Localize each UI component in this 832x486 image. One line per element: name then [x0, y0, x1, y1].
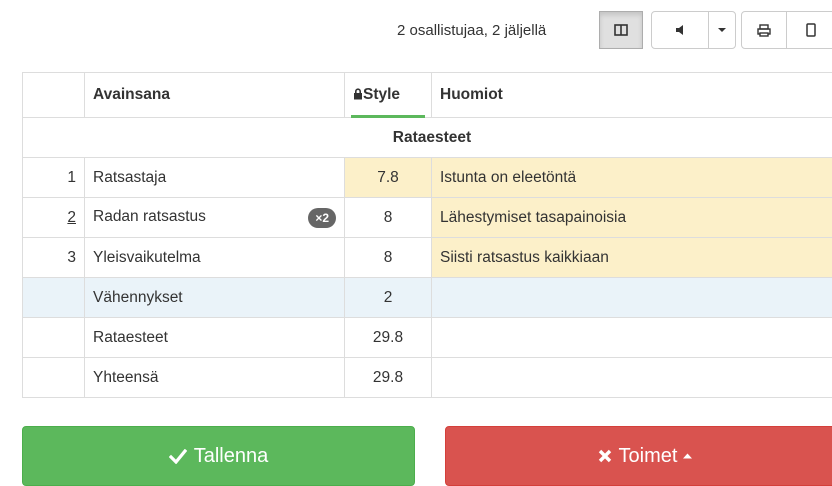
check-icon: [169, 449, 187, 464]
header-keyword: Avainsana: [85, 73, 345, 118]
row-number: [23, 318, 85, 358]
active-column-indicator: [351, 115, 425, 118]
section-row: Rataesteet: [23, 118, 832, 158]
participants-status: 2 osallistujaa, 2 jäljellä: [397, 22, 546, 39]
caret-up-icon: [683, 453, 692, 459]
table-header-row: Avainsana Style Huomiot: [23, 73, 832, 118]
row-keyword-cell: Radan ratsastus ×2: [85, 198, 345, 238]
subtotal-label: Rataesteet: [85, 318, 345, 358]
caret-down-icon: [718, 27, 726, 33]
total-note: [432, 358, 832, 398]
print-button[interactable]: [741, 11, 787, 49]
lock-icon: [353, 88, 363, 100]
row-number: 3: [23, 238, 85, 278]
save-button[interactable]: Tallenna: [22, 426, 415, 486]
actions-button[interactable]: Toimet: [445, 426, 832, 486]
score-cell[interactable]: 7.8: [345, 158, 432, 198]
deductions-score[interactable]: 2: [345, 278, 432, 318]
note-cell[interactable]: Istunta on eleetöntä: [432, 158, 832, 198]
subtotal-row: Rataesteet 29.8: [23, 318, 832, 358]
header-style[interactable]: Style: [345, 73, 432, 118]
row-number-link[interactable]: 2: [67, 209, 76, 226]
row-number: 1: [23, 158, 85, 198]
actions-button-label: Toimet: [619, 445, 678, 468]
header-notes: Huomiot: [432, 73, 832, 118]
table-row: 1 Ratsastaja 7.8 Istunta on eleetöntä: [23, 158, 832, 198]
row-keyword: Radan ratsastus: [93, 208, 206, 225]
deductions-note[interactable]: [432, 278, 832, 318]
multiplier-badge: ×2: [308, 208, 336, 228]
section-title: Rataesteet: [23, 118, 832, 158]
header-num: [23, 73, 85, 118]
close-icon: [598, 449, 612, 463]
table-row: 3 Yleisvaikutelma 8 Siisti ratsastus kai…: [23, 238, 832, 278]
subtotal-score: 29.8: [345, 318, 432, 358]
row-number: [23, 278, 85, 318]
mobile-view-button[interactable]: [786, 11, 832, 49]
sound-dropdown-button[interactable]: [708, 11, 736, 49]
note-cell[interactable]: Lähestymiset tasapainoisia: [432, 198, 832, 238]
deductions-label: Vähennykset: [85, 278, 345, 318]
note-cell[interactable]: Siisti ratsastus kaikkiaan: [432, 238, 832, 278]
mobile-icon: [806, 23, 816, 37]
row-keyword: Ratsastaja: [85, 158, 345, 198]
subtotal-note: [432, 318, 832, 358]
toolbar: 2 osallistujaa, 2 jäljellä: [0, 11, 832, 51]
total-score: 29.8: [345, 358, 432, 398]
print-icon: [757, 24, 771, 37]
score-table: Avainsana Style Huomiot Rataesteet 1 Rat…: [22, 72, 832, 398]
save-button-label: Tallenna: [194, 445, 269, 468]
volume-icon: [675, 24, 685, 36]
score-cell[interactable]: 8: [345, 238, 432, 278]
row-number: [23, 358, 85, 398]
table-row: 2 Radan ratsastus ×2 8 Lähestymiset tasap…: [23, 198, 832, 238]
columns-icon: [614, 24, 628, 36]
columns-toggle-button[interactable]: [599, 11, 643, 49]
total-row: Yhteensä 29.8: [23, 358, 832, 398]
header-style-label: Style: [363, 86, 400, 103]
row-number: 2: [23, 198, 85, 238]
score-cell[interactable]: 8: [345, 198, 432, 238]
row-keyword: Yleisvaikutelma: [85, 238, 345, 278]
total-label: Yhteensä: [85, 358, 345, 398]
sound-button[interactable]: [651, 11, 709, 49]
deductions-row: Vähennykset 2: [23, 278, 832, 318]
